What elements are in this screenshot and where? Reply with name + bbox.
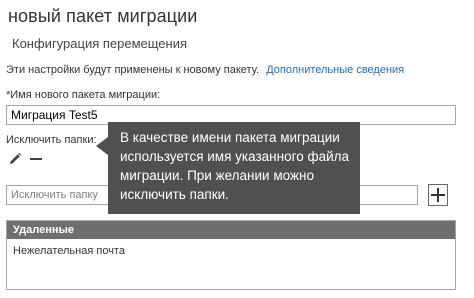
tooltip-arrow — [96, 137, 108, 155]
info-line: Эти настройки будут применены к новому п… — [6, 64, 404, 76]
page-subtitle: Конфигурация перемещения — [12, 36, 188, 51]
info-text: Эти настройки будут применены к новому п… — [6, 64, 260, 76]
pencil-icon[interactable] — [8, 152, 22, 166]
migration-batch-dialog: новый пакет миграции Конфигурация переме… — [0, 0, 474, 298]
minus-icon[interactable] — [29, 152, 43, 166]
list-item[interactable]: Нежелательная почта — [13, 245, 125, 257]
plus-icon — [431, 188, 445, 202]
help-tooltip: В качестве имени пакета миграции использ… — [108, 122, 360, 214]
list-header: Удаленные — [7, 221, 455, 239]
batch-name-label: *Имя нового пакета миграции: — [6, 89, 161, 101]
page-title: новый пакет миграции — [8, 6, 198, 26]
exclude-folders-label: Исключить папки: — [6, 134, 97, 146]
add-folder-button[interactable] — [428, 184, 448, 206]
more-info-link[interactable]: Дополнительные сведения — [266, 64, 404, 76]
excluded-folders-list: Удаленные Нежелательная почта — [6, 220, 456, 290]
